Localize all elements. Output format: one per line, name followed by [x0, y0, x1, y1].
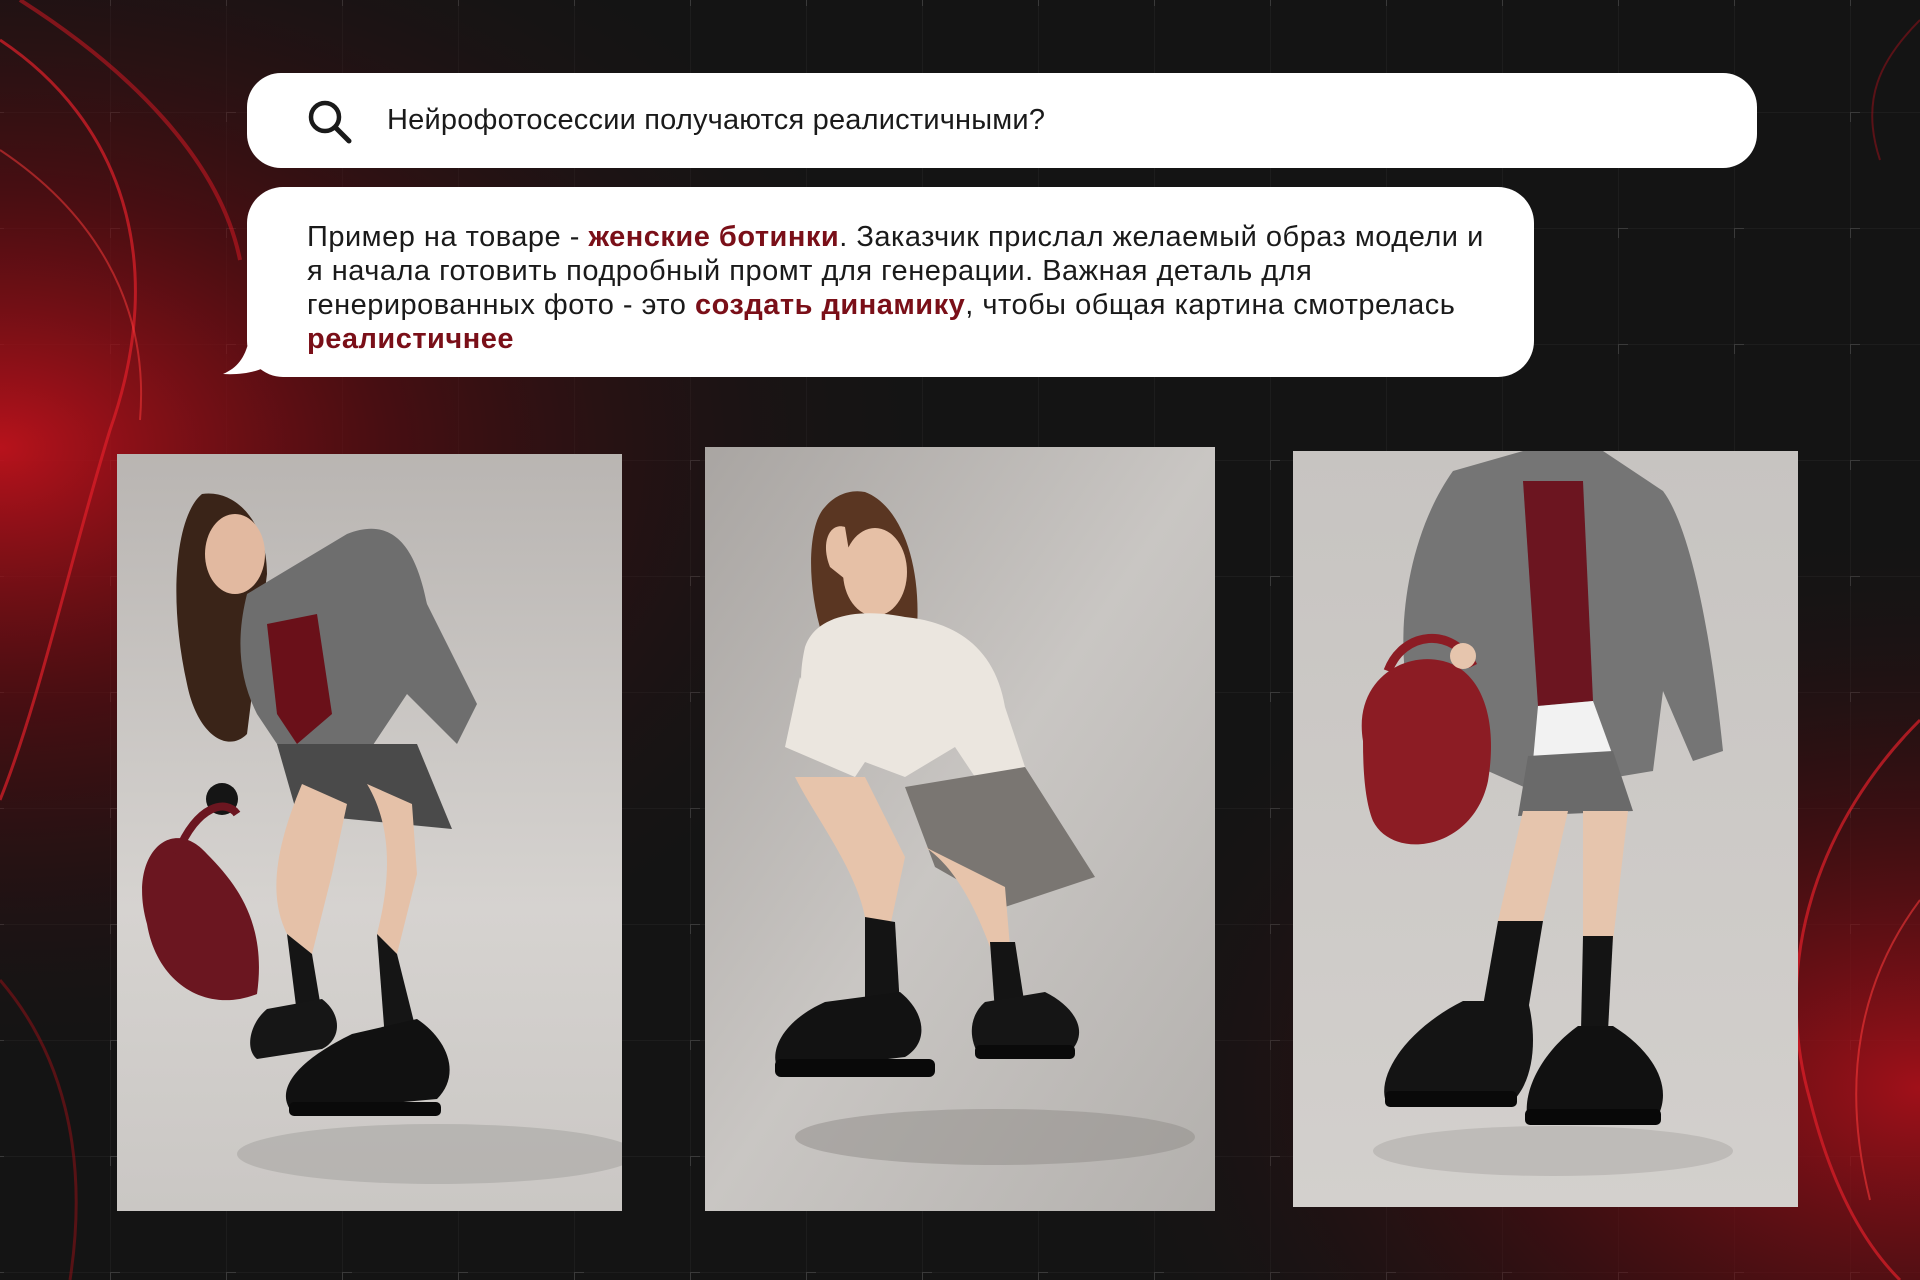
- message-part-3: , чтобы общая картина смотрелась: [965, 289, 1456, 321]
- search-bar[interactable]: Нейрофотосессии получаются реалистичными…: [247, 73, 1757, 168]
- photo-model-bending-icon: [117, 454, 622, 1211]
- message-bubble: Пример на товаре - женские ботинки. Зака…: [247, 187, 1534, 377]
- message-highlight-1: женские ботинки: [588, 221, 840, 253]
- search-query[interactable]: Нейрофотосессии получаются реалистичными…: [387, 104, 1045, 137]
- search-icon: [308, 100, 352, 143]
- photo-model-crouching-icon: [705, 447, 1215, 1211]
- photo-model-standing: [1293, 451, 1798, 1207]
- photo-model-standing-icon: [1293, 451, 1798, 1207]
- message-highlight-3: реалистичнее: [307, 323, 514, 355]
- message-highlight-2: создать динамику: [694, 289, 966, 321]
- photo-model-bending: [117, 454, 622, 1211]
- message-text: Пример на товаре - женские ботинки. Зака…: [307, 220, 1486, 356]
- message-part-1: Пример на товаре -: [307, 221, 589, 253]
- photo-model-crouching: [705, 447, 1215, 1211]
